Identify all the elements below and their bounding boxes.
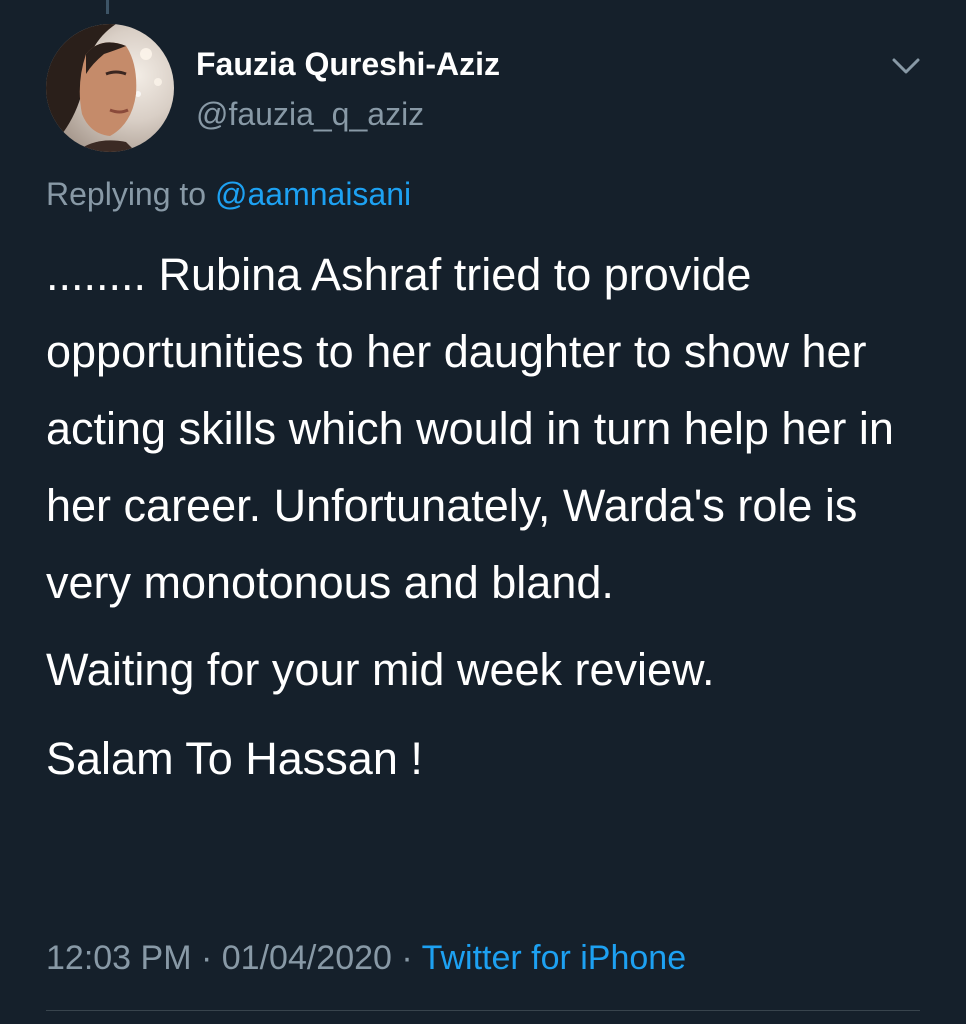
replying-to-prefix: Replying to (46, 176, 207, 212)
replying-to-mention-link[interactable]: @aamnaisani (215, 176, 411, 212)
meta-separator-1: · (200, 939, 213, 977)
avatar[interactable] (46, 24, 174, 152)
tweet-source-link[interactable]: Twitter for iPhone (422, 939, 687, 977)
author-display-name[interactable]: Fauzia Qureshi-Aziz (196, 44, 500, 84)
divider (46, 1010, 920, 1011)
author-handle[interactable]: @fauzia_q_aziz (196, 94, 424, 134)
tweet-meta: 12:03 PM · 01/04/2020 · Twitter for iPho… (46, 936, 686, 980)
thread-connector-line (106, 0, 109, 14)
chevron-down-icon[interactable] (888, 48, 924, 84)
tweet-time[interactable]: 12:03 PM (46, 939, 192, 977)
meta-separator-2: · (401, 939, 413, 977)
profile-photo-icon (46, 24, 174, 152)
tweet-date[interactable]: 01/04/2020 (222, 939, 392, 977)
tweet-paragraph-3: Salam To Hassan ! (46, 733, 423, 784)
tweet-paragraph-1: ........ Rubina Ashraf tried to provide … (46, 249, 894, 608)
tweet-paragraph-2: Waiting for your mid week review. (46, 644, 715, 695)
replying-to-line: Replying to @aamnaisani (46, 174, 411, 214)
tweet-text: ........ Rubina Ashraf tried to provide … (46, 236, 936, 797)
